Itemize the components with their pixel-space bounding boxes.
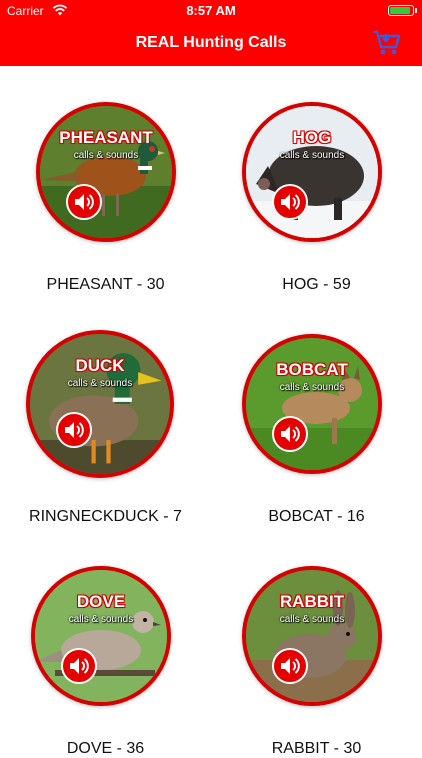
- animal-tile-pheasant[interactable]: PHEASANT calls & sounds PHEASANT - 30: [0, 66, 211, 293]
- animal-tile-bobcat[interactable]: BOBCAT calls & sounds BOBCAT - 16: [211, 294, 422, 525]
- animal-tile-duck[interactable]: DUCK calls & sounds RINGNECKDUCK - 7: [0, 294, 211, 525]
- duck-image: [30, 334, 170, 474]
- rabbit-image: [246, 570, 378, 702]
- badge-caption: DUCK: [75, 356, 125, 375]
- badge-caption: PHEASANT: [59, 128, 153, 147]
- dove-image: [35, 570, 167, 702]
- animal-tile-hog[interactable]: HOG calls & sounds HOG - 59: [211, 66, 422, 293]
- hog-image: [246, 106, 378, 238]
- speaker-icon[interactable]: [56, 412, 92, 448]
- status-time: 8:57 AM: [186, 3, 236, 18]
- rabbit-badge: RABBIT calls & sounds: [242, 566, 382, 706]
- badge-subcaption: calls & sounds: [68, 614, 134, 625]
- badge-subcaption: calls & sounds: [279, 150, 345, 161]
- status-bar: Carrier 8:57 AM: [0, 0, 422, 22]
- bobcat-image: [246, 338, 378, 470]
- speaker-icon[interactable]: [272, 648, 308, 684]
- duck-badge: DUCK calls & sounds: [26, 330, 174, 478]
- page-title: REAL Hunting Calls: [135, 34, 287, 51]
- animal-tile-rabbit[interactable]: RABBIT calls & sounds RABBIT - 30: [211, 522, 422, 757]
- speaker-icon[interactable]: [66, 184, 102, 220]
- animal-grid: PHEASANT calls & sounds PHEASANT - 30 HO…: [0, 66, 422, 757]
- bobcat-badge: BOBCAT calls & sounds: [242, 334, 382, 474]
- speaker-icon[interactable]: [272, 184, 308, 220]
- pheasant-image: [40, 106, 172, 238]
- pheasant-badge: PHEASANT calls & sounds: [36, 102, 176, 242]
- animal-label: HOG - 59: [282, 276, 351, 293]
- hog-badge: HOG calls & sounds: [242, 102, 382, 242]
- badge-caption: DOVE: [76, 592, 126, 611]
- badge-caption: HOG: [292, 128, 332, 147]
- badge-subcaption: calls & sounds: [279, 614, 345, 625]
- animal-label: DOVE - 36: [66, 740, 145, 757]
- speaker-icon[interactable]: [272, 416, 308, 452]
- badge-caption: BOBCAT: [276, 360, 348, 379]
- speaker-icon[interactable]: [61, 648, 97, 684]
- badge-subcaption: calls & sounds: [67, 378, 133, 389]
- badge-caption: RABBIT: [279, 592, 345, 611]
- animal-label: RABBIT - 30: [271, 740, 362, 757]
- cart-icon[interactable]: [372, 28, 402, 58]
- battery-icon: [388, 5, 417, 16]
- animal-tile-dove[interactable]: DOVE calls & sounds DOVE - 36: [0, 522, 211, 757]
- badge-subcaption: calls & sounds: [73, 150, 139, 161]
- badge-subcaption: calls & sounds: [279, 382, 345, 393]
- navigation-bar: REAL Hunting Calls: [0, 22, 422, 66]
- dove-badge: DOVE calls & sounds: [31, 566, 171, 706]
- animal-label: PHEASANT - 30: [46, 276, 165, 293]
